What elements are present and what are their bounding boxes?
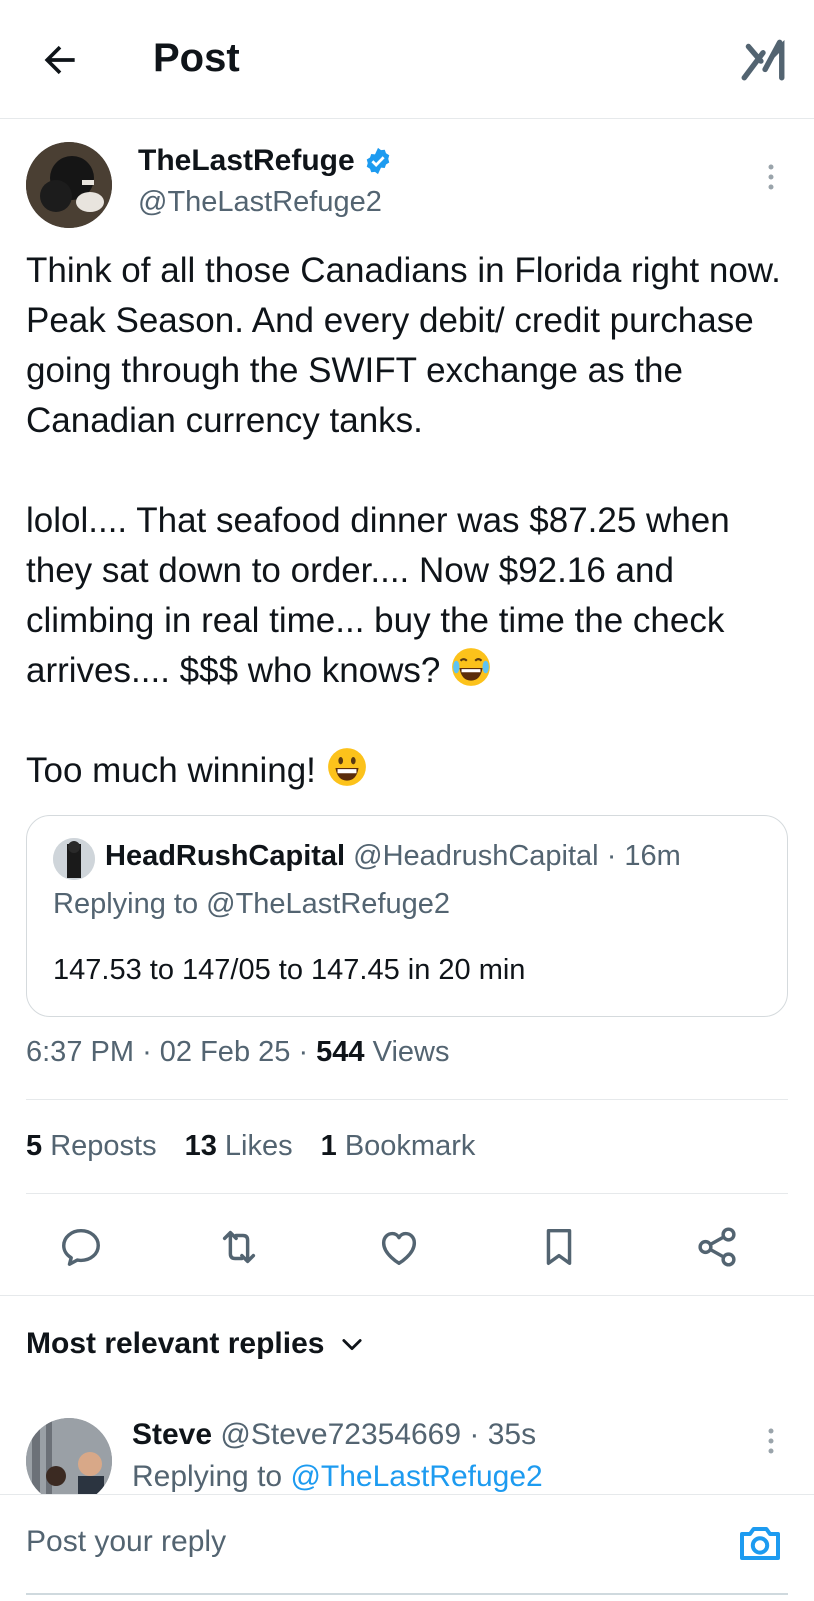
- quote-header: HeadRushCapital @HeadrushCapital · 16m: [105, 840, 681, 872]
- quote-avatar: [53, 838, 95, 880]
- bookmarks-stat[interactable]: 1 Bookmark: [321, 1130, 476, 1163]
- post-time: 6:37 PM: [26, 1036, 134, 1068]
- reply-icon[interactable]: [58, 1224, 104, 1270]
- post-author: TheLastRefuge @TheLastRefuge2: [26, 142, 786, 232]
- quote-text: 147.53 to 147/05 to 147.45 in 20 min: [53, 954, 526, 986]
- camera-icon[interactable]: [736, 1519, 784, 1567]
- grinning-emoji-icon: [327, 748, 366, 786]
- share-icon[interactable]: [694, 1224, 740, 1270]
- reposts-stat[interactable]: 5 Reposts: [26, 1130, 157, 1163]
- chevron-down-icon: [342, 1339, 363, 1351]
- post-stats: 5 Reposts 13 Likes 1 Bookmark: [26, 1130, 475, 1163]
- reply-input[interactable]: Post your reply: [26, 1525, 226, 1559]
- author-name[interactable]: TheLastRefuge: [138, 144, 355, 178]
- bookmark-icon[interactable]: [536, 1224, 582, 1270]
- quote-author-name: HeadRushCapital: [105, 840, 346, 872]
- like-icon[interactable]: [376, 1224, 422, 1270]
- composer-underline: [26, 1593, 788, 1595]
- views-label: Views: [372, 1036, 450, 1068]
- quoted-post[interactable]: HeadRushCapital @HeadrushCapital · 16m R…: [26, 815, 788, 1017]
- post-body: Think of all those Canadians in Florida …: [26, 246, 796, 796]
- grok-icon[interactable]: [738, 34, 788, 84]
- reply-composer[interactable]: Post your reply: [0, 1494, 814, 1601]
- divider: [26, 1099, 788, 1100]
- replies-sort-dropdown[interactable]: Most relevant replies: [26, 1327, 366, 1361]
- page-title: Post: [153, 36, 240, 80]
- reply-item[interactable]: Steve @Steve72354669 · 35s Replying to @…: [26, 1418, 786, 1494]
- verified-badge-icon: [366, 147, 389, 175]
- more-options-icon[interactable]: [756, 1426, 786, 1456]
- post-paragraph: lolol.... That seafood dinner was $87.25…: [26, 501, 730, 690]
- post-date: 02 Feb 25: [159, 1036, 291, 1068]
- reply-header: Steve @Steve72354669 · 35s: [132, 1418, 537, 1451]
- post-paragraph: Too much winning!: [26, 746, 796, 796]
- repost-icon[interactable]: [216, 1224, 262, 1270]
- more-options-icon[interactable]: [756, 162, 786, 192]
- replies-sort-label: Most relevant replies: [26, 1327, 325, 1360]
- quote-time: 16m: [624, 840, 681, 872]
- reply-replying-to: Replying to @TheLastRefuge2: [132, 1460, 543, 1493]
- replying-to-link[interactable]: @TheLastRefuge2: [290, 1460, 542, 1493]
- laughing-emoji-icon: [452, 648, 491, 686]
- reply-time: 35s: [487, 1418, 537, 1451]
- back-arrow-icon[interactable]: [38, 38, 82, 82]
- quote-author-handle: @HeadrushCapital: [353, 840, 599, 872]
- post-meta: 6:37 PM · 02 Feb 25 · 544 Views: [26, 1036, 450, 1068]
- author-handle[interactable]: @TheLastRefuge2: [138, 186, 382, 219]
- reply-avatar[interactable]: [26, 1418, 112, 1494]
- post-paragraph: Think of all those Canadians in Florida …: [26, 251, 781, 440]
- reply-author-handle[interactable]: @Steve72354669: [220, 1418, 461, 1451]
- likes-stat[interactable]: 13 Likes: [185, 1130, 293, 1163]
- quote-replying-to: Replying to @TheLastRefuge2: [53, 888, 451, 920]
- views-count: 544: [316, 1036, 365, 1068]
- divider: [0, 1295, 814, 1296]
- author-avatar[interactable]: [26, 142, 112, 228]
- top-bar: Post: [0, 0, 814, 119]
- divider: [26, 1193, 788, 1194]
- reply-author-name[interactable]: Steve: [132, 1418, 212, 1451]
